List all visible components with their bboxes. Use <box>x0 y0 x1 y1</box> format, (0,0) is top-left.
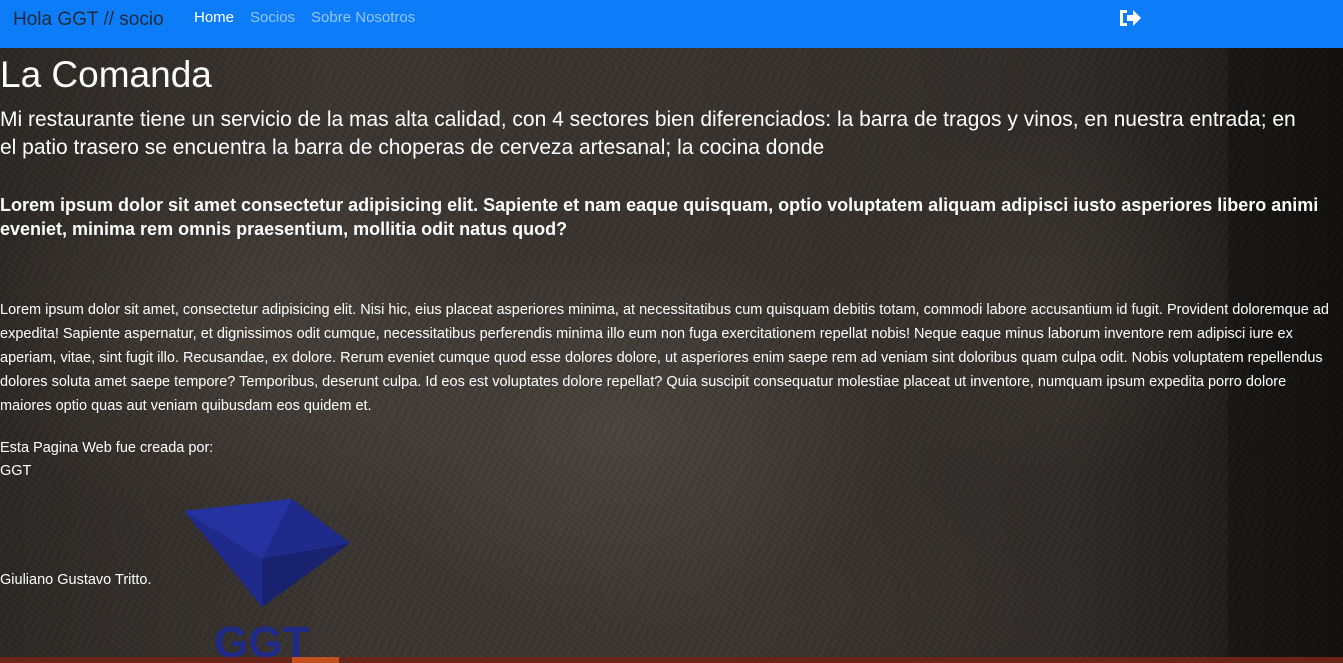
navbar-brand[interactable]: Hola GGT // socio <box>13 9 164 31</box>
lead-paragraph: Lorem ipsum dolor sit amet consectetur a… <box>0 195 1319 239</box>
credits-name: GGT <box>0 463 32 479</box>
nav-link-sobre-nosotros[interactable]: Sobre Nosotros <box>311 9 415 26</box>
ggt-logo: GGT <box>182 497 354 663</box>
nav-links: Home Socios Sobre Nosotros <box>194 9 431 26</box>
page-subtitle: Mi restaurante tiene un servicio de la m… <box>0 108 1296 159</box>
page-title: La Comanda <box>0 54 212 95</box>
bottom-bar-accent <box>292 657 339 663</box>
sign-out-icon[interactable] <box>1118 7 1142 29</box>
logo-text: GGT <box>214 618 309 659</box>
author-name: Giuliano Gustavo Tritto. <box>0 572 152 588</box>
nav-link-socios[interactable]: Socios <box>250 9 295 26</box>
body-paragraph: Lorem ipsum dolor sit amet, consectetur … <box>0 302 1329 414</box>
navbar: Hola GGT // socio Home Socios Sobre Noso… <box>0 0 1343 48</box>
credits-label: Esta Pagina Web fue creada por: <box>0 440 214 456</box>
nav-link-home[interactable]: Home <box>194 9 234 26</box>
bottom-bar <box>0 657 1343 663</box>
